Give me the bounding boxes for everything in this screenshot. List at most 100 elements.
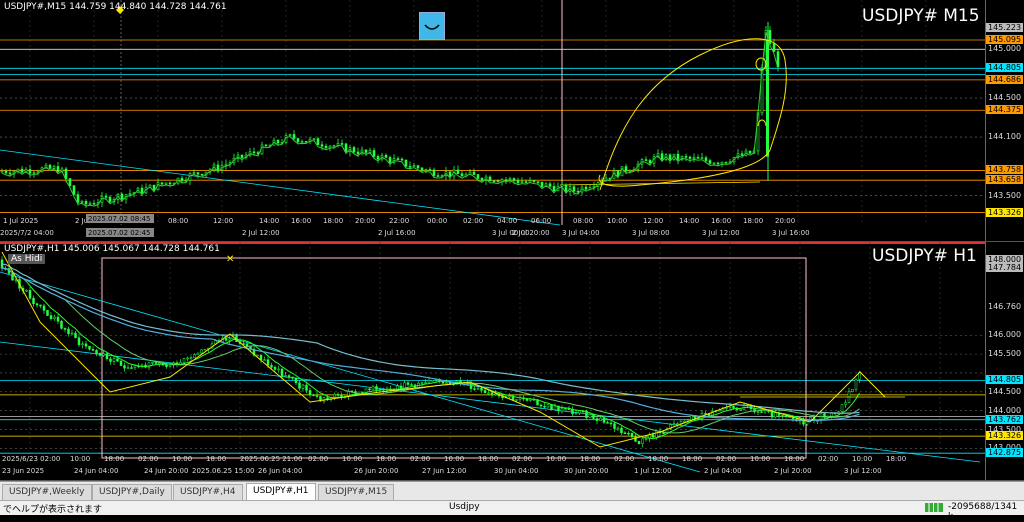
time-tick: 18:00 (580, 455, 600, 463)
candle-body (186, 357, 189, 360)
candle-body (308, 390, 312, 396)
trend-line (0, 149, 561, 226)
status-connection: -2095688/1341 k (948, 502, 1018, 522)
candle-body (599, 417, 602, 421)
zigzag-line (1, 251, 886, 448)
candle-body (105, 353, 109, 360)
candle-body (564, 184, 568, 192)
candle-body (774, 412, 777, 418)
candle-body (28, 169, 32, 174)
m15-chart-panel[interactable]: 1 Jul 20252 Jul 04:0008:0012:0014:0016:0… (0, 0, 1024, 242)
candle-body (375, 386, 378, 390)
time-tick: 10:00 (607, 217, 627, 225)
candle-body (56, 316, 60, 322)
candle-body (112, 358, 116, 362)
candle-body (196, 352, 200, 355)
candle-body (296, 138, 300, 143)
candle-body (766, 39, 769, 157)
candle-body (273, 367, 277, 370)
candle-body (340, 143, 344, 145)
candle-body (168, 182, 172, 185)
candle-body (515, 399, 518, 401)
candle-body (564, 408, 567, 410)
moving-average (1, 263, 860, 414)
time-tick: 02:00 (410, 455, 430, 463)
time-tick: 18:00 (206, 455, 226, 463)
time-tick: 20:00 (355, 217, 375, 225)
candle-body (528, 180, 532, 183)
candle-body (200, 349, 203, 354)
time-tick: 02:00 (818, 455, 838, 463)
candle-body (540, 181, 544, 187)
candle-body (76, 194, 80, 203)
time-tick: 02:00 (463, 217, 483, 225)
time-tick: 00:00 (427, 217, 447, 225)
candle-body (679, 421, 683, 424)
candle-body (203, 348, 207, 351)
tab-daily[interactable]: USDJPY#,Daily (92, 484, 172, 500)
candle-body (168, 364, 172, 367)
price-label: 144.805 (986, 375, 1024, 385)
candle-body (88, 345, 91, 350)
candle-body (476, 387, 480, 390)
candle-body (492, 180, 496, 183)
candle-body (627, 432, 630, 435)
m15-price-axis[interactable]: 145.223 145.095 145.000 144.805 144.686 144.5… (985, 0, 1024, 241)
h1-chart-panel[interactable]: ✕ 23 Jun 2025 24 Jun 04:00 24 Jun 20:00 2025… (0, 242, 1024, 481)
h1-chart-canvas[interactable]: ✕ 23 Jun 2025 24 Jun 04:00 24 Jun 20:00 2025… (0, 242, 985, 480)
time-tick: 1 Jul 2025 (3, 217, 38, 225)
candle-body (35, 303, 39, 306)
h1-price-axis[interactable]: 148.000 147.784 146.760 146.000 145.500 144.8… (985, 242, 1024, 480)
candle-body (662, 432, 665, 435)
candle-body (700, 157, 704, 160)
candle-body (11, 273, 14, 281)
candle-body (708, 160, 712, 164)
candle-body (53, 316, 56, 319)
candle-body (92, 203, 96, 205)
candle-body (480, 178, 484, 181)
time-tick: 02:00 (716, 455, 736, 463)
candle-body (424, 169, 428, 171)
candle-body (552, 186, 556, 192)
candle-body (372, 150, 376, 157)
candle-body (368, 388, 371, 391)
candle-body (74, 332, 77, 338)
candle-body (460, 173, 464, 177)
time-tick: 18:00 (478, 455, 498, 463)
candle-body (516, 180, 520, 183)
candle-body (216, 164, 220, 171)
date-label: 2025.07.02 02:45 (88, 229, 150, 237)
candle-body (312, 138, 316, 140)
time-tick: 06:00 (531, 217, 551, 225)
candle-body (748, 150, 752, 154)
price-label: 143.326 (986, 207, 1024, 217)
candle-body (692, 157, 696, 159)
m15-chart-canvas[interactable]: 1 Jul 20252 Jul 04:0008:0012:0014:0016:0… (0, 0, 985, 241)
candle-body (676, 423, 679, 425)
tab-h1[interactable]: USDJPY#,H1 (246, 483, 316, 500)
time-tick: 24 Jun 20:00 (144, 467, 188, 475)
candle-body (488, 176, 492, 182)
candle-body (560, 184, 564, 187)
tab-weekly[interactable]: USDJPY#,Weekly (2, 484, 92, 500)
candle-body (525, 398, 529, 401)
candle-body (716, 162, 720, 165)
candle-body (760, 411, 763, 413)
candle-body (42, 305, 46, 311)
time-tick: 12:00 (213, 217, 233, 225)
tab-m15[interactable]: USDJPY#,M15 (318, 484, 395, 500)
candle-body (410, 384, 413, 386)
chart-tab-bar: USDJPY#,Weekly USDJPY#,Daily USDJPY#,H4 … (0, 481, 1024, 500)
candle-body (128, 193, 132, 195)
candle-body (8, 172, 12, 175)
candle-body (456, 169, 460, 175)
tab-h4[interactable]: USDJPY#,H4 (173, 484, 243, 500)
candle-body (116, 358, 119, 362)
candle-body (98, 353, 102, 356)
candle-body (420, 382, 424, 384)
time-tick: 18:00 (682, 455, 702, 463)
candle-body (32, 297, 35, 304)
time-tick: 18:00 (376, 455, 396, 463)
smiley-icon[interactable] (419, 12, 445, 40)
time-tick: 2 Jul 20:00 (774, 467, 812, 475)
